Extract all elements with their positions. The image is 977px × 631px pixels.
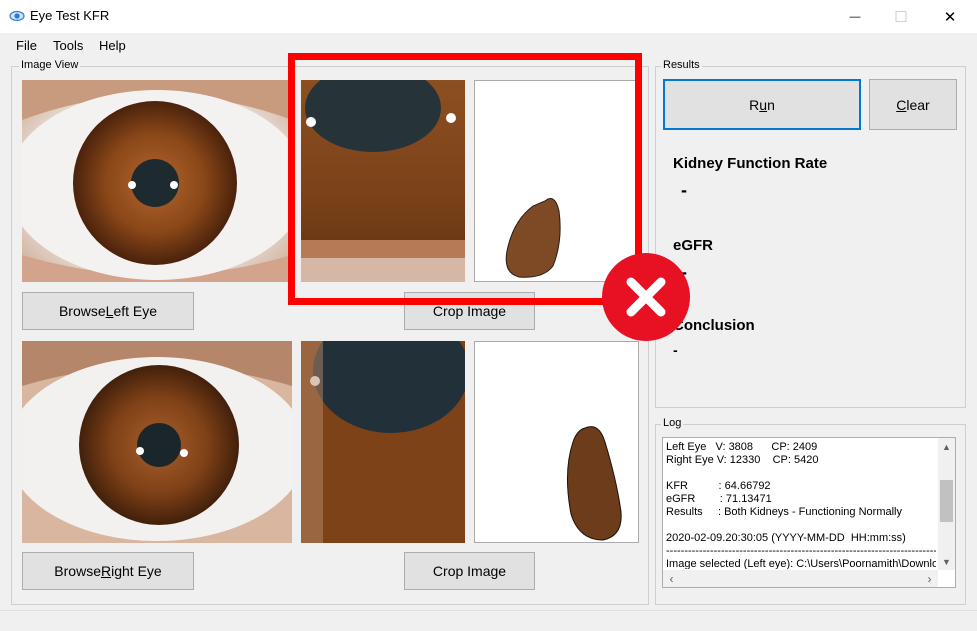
close-button[interactable]: ✕ [927, 0, 973, 33]
log-line: Results : Both Kidneys - Functioning Nor… [666, 506, 902, 518]
menu-file[interactable]: File [16, 38, 37, 53]
scroll-down-icon[interactable]: ▼ [938, 553, 955, 570]
kidney-function-rate-value: - [681, 180, 687, 200]
window-title: Eye Test KFR [30, 8, 110, 23]
maximize-icon: ☐ [894, 8, 908, 26]
image-view-label: Image View [19, 59, 81, 71]
log-label: Log [661, 417, 684, 429]
menu-help[interactable]: Help [99, 38, 126, 53]
log-line: KFR : 64.66792 [666, 480, 771, 492]
run-button[interactable]: Run [663, 79, 861, 130]
error-badge [602, 253, 690, 341]
status-strip [0, 610, 977, 631]
crop-image-bottom-button[interactable]: Crop Image [404, 552, 535, 590]
results-label: Results [661, 59, 702, 71]
log-vertical-scrollbar[interactable]: ▲ ▼ [938, 438, 955, 570]
log-line: Right Eye V: 12330 CP: 5420 [666, 454, 819, 466]
minimize-button[interactable]: — [832, 0, 878, 33]
kidney-function-rate-heading: Kidney Function Rate [673, 155, 828, 172]
scroll-right-icon[interactable]: › [921, 570, 938, 587]
right-crop-picture [301, 341, 465, 543]
log-line: Image selected (Left eye): C:\Users\Poor… [666, 558, 936, 569]
right-eye-image [22, 341, 292, 543]
minimize-icon: — [849, 10, 861, 23]
scroll-left-icon[interactable]: ‹ [663, 570, 680, 587]
left-eye-image [22, 80, 292, 282]
scroll-up-icon[interactable]: ▲ [938, 438, 955, 455]
log-line: Left Eye V: 3808 CP: 2409 [666, 441, 818, 453]
right-segment-image [566, 426, 622, 541]
log-textbox[interactable]: Left Eye V: 3808 CP: 2409 Right Eye V: 1… [662, 437, 956, 588]
maximize-button[interactable]: ☐ [878, 0, 924, 33]
left-eye-picture [22, 80, 292, 282]
scroll-thumb[interactable] [940, 480, 953, 522]
right-eye-picture [22, 341, 292, 543]
egfr-heading: eGFR [673, 237, 714, 254]
log-line: ----------------------------------------… [666, 545, 936, 557]
log-line: 2020-02-09.20:30:05 (YYYY-MM-DD HH:mm:ss… [666, 532, 906, 544]
title-bar [0, 0, 977, 33]
highlight-frame [288, 53, 642, 305]
close-icon: ✕ [943, 8, 957, 26]
browse-left-eye-button[interactable]: Browse Left Eye [22, 292, 194, 330]
x-mark-icon [626, 277, 666, 317]
eye-app-icon [9, 10, 25, 22]
log-lines: Left Eye V: 3808 CP: 2409 Right Eye V: 1… [666, 441, 936, 569]
log-line: eGFR : 71.13471 [666, 493, 772, 505]
right-crop-image [301, 341, 465, 543]
menu-tools[interactable]: Tools [53, 38, 83, 53]
browse-right-eye-button[interactable]: Browse Right Eye [22, 552, 194, 590]
log-horizontal-scrollbar[interactable]: ‹ › [663, 570, 938, 587]
conclusion-heading: Conclusion [673, 317, 755, 334]
conclusion-value: - [673, 342, 678, 358]
right-segment-picture [474, 341, 639, 543]
clear-button[interactable]: Clear [869, 79, 957, 130]
